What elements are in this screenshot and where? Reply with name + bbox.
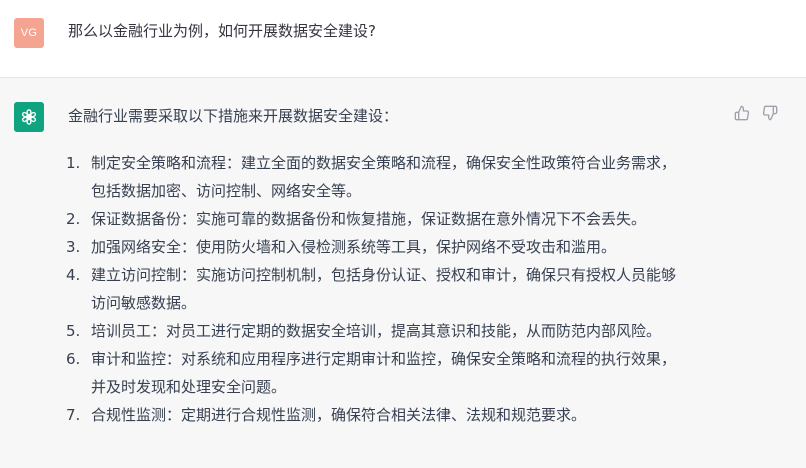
list-item-line: 加强网络安全：使用防火墙和入侵检测系统等工具，保护网络不受攻击和滥用。 [91,238,617,256]
list-item-line: 审计和监控：对系统和应用程序进行定期审计和监控，确保安全策略和流程的执行效果， [91,350,677,368]
list-item: 3. 加强网络安全：使用防火墙和入侵检测系统等工具，保护网络不受攻击和滥用。 [64,233,744,261]
list-item: 7. 合规性监测：定期进行合规性监测，确保符合相关法律、法规和规范要求。 [64,401,744,429]
user-avatar-initials: VG [20,27,38,39]
user-message-row: VG 那么以金融行业为例，如何开展数据安全建设? [0,0,806,78]
list-item: 6. 审计和监控：对系统和应用程序进行定期审计和监控，确保安全策略和流程的执行效… [64,345,744,401]
feedback-buttons [733,104,779,122]
assistant-message-row: 金融行业需要采取以下措施来开展数据安全建设： 1. 制定安全策略和流程：建立全面… [0,78,806,468]
list-item-number: 4. [66,266,81,284]
list-item-number: 7. [66,406,81,424]
user-avatar: VG [14,18,44,48]
thumbs-down-icon [762,105,778,121]
list-item-text: 培训员工：对员工进行定期的数据安全培训，提高其意识和技能，从而防范内部风险。 [91,317,744,345]
list-item-text: 建立访问控制：实施访问控制机制，包括身份认证、授权和审计，确保只有授权人员能够 … [91,261,744,317]
list-item: 2. 保证数据备份：实施可靠的数据备份和恢复措施，保证数据在意外情况下不会丢失。 [64,205,744,233]
list-item-line: 培训员工：对员工进行定期的数据安全培训，提高其意识和技能，从而防范内部风险。 [91,322,662,340]
list-item-number: 5. [66,322,81,340]
list-item-line: 访问敏感数据。 [91,294,197,312]
list-item-line: 包括数据加密、访问控制、网络安全等。 [91,182,362,200]
openai-logo-icon [21,109,37,125]
list-item-number: 1. [66,154,81,172]
thumbs-up-button[interactable] [733,104,751,122]
list-item-text: 合规性监测：定期进行合规性监测，确保符合相关法律、法规和规范要求。 [91,401,744,429]
list-item-line: 并及时发现和处理安全问题。 [91,378,287,396]
list-item: 4. 建立访问控制：实施访问控制机制，包括身份认证、授权和审计，确保只有授权人员… [64,261,744,317]
thumbs-up-icon [734,105,750,121]
list-item-number: 3. [66,238,81,256]
list-item-text: 保证数据备份：实施可靠的数据备份和恢复措施，保证数据在意外情况下不会丢失。 [91,205,744,233]
list-item-line: 保证数据备份：实施可靠的数据备份和恢复措施，保证数据在意外情况下不会丢失。 [91,210,647,228]
list-item: 1. 制定安全策略和流程：建立全面的数据安全策略和流程，确保安全性政策符合业务需… [64,149,744,205]
thumbs-down-button[interactable] [761,104,779,122]
assistant-avatar [14,102,44,132]
list-item-number: 2. [66,210,81,228]
assistant-steps-list: 1. 制定安全策略和流程：建立全面的数据安全策略和流程，确保安全性政策符合业务需… [64,149,744,429]
list-item-line: 合规性监测：定期进行合规性监测，确保符合相关法律、法规和规范要求。 [91,406,587,424]
list-item-line: 建立访问控制：实施访问控制机制，包括身份认证、授权和审计，确保只有授权人员能够 [91,266,677,284]
user-message-text: 那么以金融行业为例，如何开展数据安全建设? [68,22,376,40]
list-item-text: 审计和监控：对系统和应用程序进行定期审计和监控，确保安全策略和流程的执行效果， … [91,345,744,401]
list-item-text: 加强网络安全：使用防火墙和入侵检测系统等工具，保护网络不受攻击和滥用。 [91,233,744,261]
list-item-text: 制定安全策略和流程：建立全面的数据安全策略和流程，确保安全性政策符合业务需求， … [91,149,744,205]
list-item-line: 制定安全策略和流程：建立全面的数据安全策略和流程，确保安全性政策符合业务需求， [91,154,677,172]
assistant-intro: 金融行业需要采取以下措施来开展数据安全建设： [68,107,399,125]
list-item: 5. 培训员工：对员工进行定期的数据安全培训，提高其意识和技能，从而防范内部风险… [64,317,744,345]
list-item-number: 6. [66,350,81,368]
